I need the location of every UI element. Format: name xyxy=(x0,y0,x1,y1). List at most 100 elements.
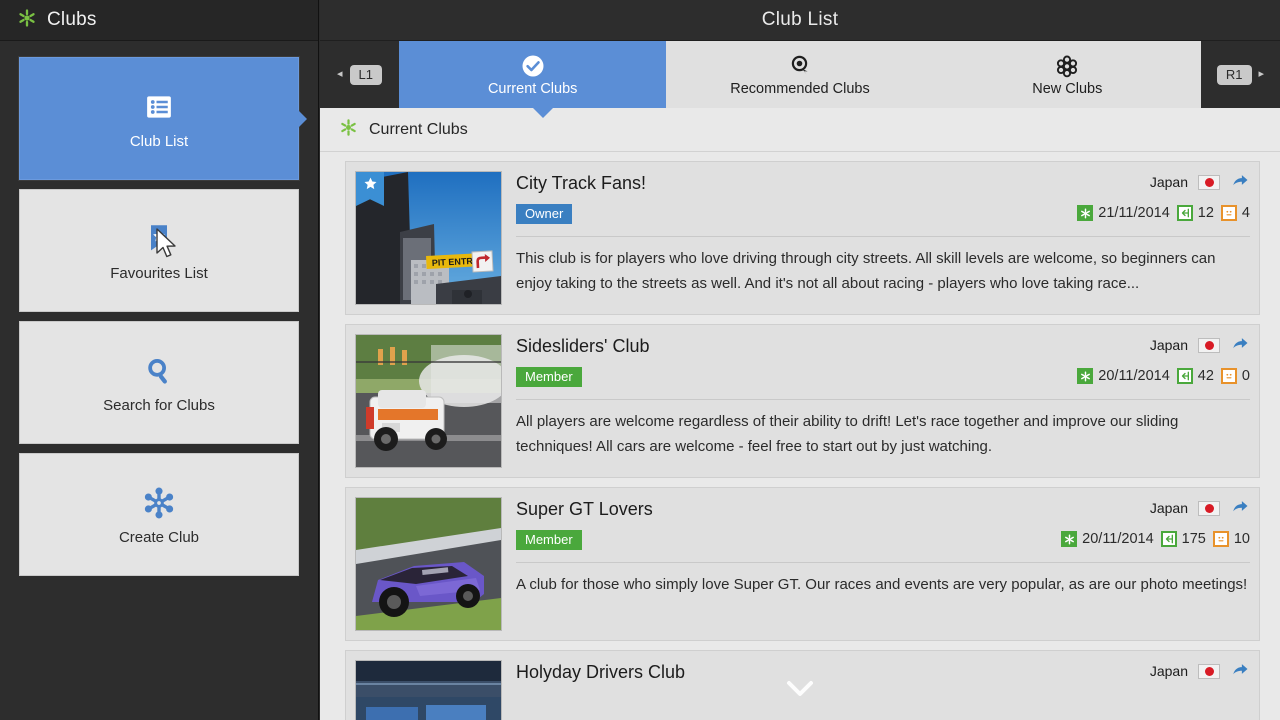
chevron-left-icon: ◂ xyxy=(337,69,343,80)
club-list[interactable]: PIT ENTRY City Trac xyxy=(320,152,1280,720)
share-icon[interactable] xyxy=(1230,171,1250,194)
list-icon xyxy=(144,87,174,127)
flower-club-icon xyxy=(1055,52,1079,78)
right-bumper-area[interactable]: R1 ▸ xyxy=(1201,41,1280,108)
club-meta: Japan xyxy=(1140,660,1250,682)
main-pane: Club List ◂ L1 Current Clubs xyxy=(320,0,1280,720)
club-meta: Japan xyxy=(1051,497,1250,547)
card-divider xyxy=(516,236,1250,237)
calendar-club-icon xyxy=(1077,368,1093,384)
club-members-count: 42 xyxy=(1198,368,1214,384)
calendar-club-icon xyxy=(1061,531,1077,547)
club-card-body: City Track Fans! Owner Japan xyxy=(516,171,1250,305)
club-posts-stat: 4 xyxy=(1221,205,1250,221)
smiley-face-icon xyxy=(1221,368,1237,384)
club-card-body: Super GT Lovers Member Japan xyxy=(516,497,1250,631)
club-card-body: Sidesliders' Club Member Japan xyxy=(516,334,1250,468)
club-card[interactable]: Super GT Lovers Member Japan xyxy=(345,487,1260,641)
club-created-date: 21/11/2014 xyxy=(1098,205,1170,221)
tab-label: Current Clubs xyxy=(488,81,577,97)
sidebar-item-search-for-clubs[interactable]: Search for Clubs xyxy=(19,321,299,444)
club-posts-count: 0 xyxy=(1242,368,1250,384)
club-posts-count: 4 xyxy=(1242,205,1250,221)
club-asterisk-icon xyxy=(17,8,37,33)
section-header: Current Clubs xyxy=(320,108,1280,152)
club-name: City Track Fans! xyxy=(516,171,646,194)
club-meta: Japan xyxy=(1067,334,1250,384)
sidebar-item-create-club[interactable]: Create Club xyxy=(19,453,299,576)
share-icon[interactable] xyxy=(1230,660,1250,683)
sidebar-item-label: Favourites List xyxy=(110,265,208,282)
club-members-count: 12 xyxy=(1198,205,1214,221)
sidebar: Clubs Club List xyxy=(0,0,319,720)
club-created-date-stat: 20/11/2014 xyxy=(1077,368,1170,384)
club-description: This club is for players who love drivin… xyxy=(516,246,1250,296)
club-card[interactable]: PIT ENTRY City Trac xyxy=(345,161,1260,315)
members-enter-icon xyxy=(1177,205,1193,221)
sidebar-item-club-list[interactable]: Club List xyxy=(19,57,299,180)
club-country: Japan xyxy=(1150,500,1188,516)
check-circle-icon xyxy=(521,52,545,78)
club-asterisk-icon xyxy=(339,118,358,142)
club-meta: Japan xyxy=(1067,171,1250,221)
club-thumbnail: PIT ENTRY xyxy=(355,171,502,305)
sidebar-title: Clubs xyxy=(47,9,97,31)
search-pin-icon xyxy=(788,52,812,78)
japan-flag-icon xyxy=(1198,501,1220,516)
club-country: Japan xyxy=(1150,174,1188,190)
japan-flag-icon xyxy=(1198,338,1220,353)
sidebar-item-label: Club List xyxy=(130,133,188,150)
club-role-badge: Member xyxy=(516,530,582,550)
search-icon xyxy=(144,351,174,391)
scroll-down-chevron-icon[interactable] xyxy=(786,679,814,704)
tab-group: Current Clubs Recommended Clubs xyxy=(399,41,1201,108)
sidebar-item-label: Search for Clubs xyxy=(103,397,215,414)
club-role-badge: Member xyxy=(516,367,582,387)
sidebar-item-favourites-list[interactable]: Favourites List xyxy=(19,189,299,312)
club-posts-stat: 10 xyxy=(1213,531,1250,547)
chevron-right-icon: ▸ xyxy=(1259,69,1265,80)
smiley-face-icon xyxy=(1213,531,1229,547)
japan-flag-icon xyxy=(1198,175,1220,190)
club-created-date: 20/11/2014 xyxy=(1082,531,1154,547)
sidebar-header: Clubs xyxy=(0,0,318,41)
club-node-icon xyxy=(142,483,176,523)
tab-label: Recommended Clubs xyxy=(730,81,869,97)
share-icon[interactable] xyxy=(1230,497,1250,520)
calendar-club-icon xyxy=(1077,205,1093,221)
club-country: Japan xyxy=(1150,663,1188,679)
club-created-date-stat: 20/11/2014 xyxy=(1061,531,1154,547)
l1-bumper-label: L1 xyxy=(350,65,382,85)
tab-recommended-clubs[interactable]: Recommended Clubs xyxy=(666,41,933,108)
club-thumbnail xyxy=(355,497,502,631)
page-title: Club List xyxy=(762,9,839,31)
tab-new-clubs[interactable]: New Clubs xyxy=(934,41,1201,108)
club-members-stat: 175 xyxy=(1161,531,1206,547)
tab-current-clubs[interactable]: Current Clubs xyxy=(399,41,666,108)
r1-bumper-label: R1 xyxy=(1217,65,1252,85)
club-card-body: Holyday Drivers Club Japan xyxy=(516,660,1250,720)
tab-bar: ◂ L1 Current Clubs xyxy=(320,41,1280,108)
club-members-stat: 12 xyxy=(1177,205,1214,221)
club-members-stat: 42 xyxy=(1177,368,1214,384)
club-description: A club for those who simply love Super G… xyxy=(516,572,1250,597)
club-name: Holyday Drivers Club xyxy=(516,660,685,683)
club-card[interactable]: Sidesliders' Club Member Japan xyxy=(345,324,1260,478)
members-enter-icon xyxy=(1177,368,1193,384)
share-icon[interactable] xyxy=(1230,334,1250,357)
club-name: Super GT Lovers xyxy=(516,497,653,520)
section-title: Current Clubs xyxy=(369,121,468,139)
japan-flag-icon xyxy=(1198,664,1220,679)
club-thumbnail xyxy=(355,334,502,468)
sidebar-item-label: Create Club xyxy=(119,529,199,546)
club-description: All players are welcome regardless of th… xyxy=(516,409,1250,459)
card-divider xyxy=(516,562,1250,563)
club-role-badge: Owner xyxy=(516,204,572,224)
bookmark-star-icon xyxy=(145,219,173,259)
card-divider xyxy=(516,399,1250,400)
club-country: Japan xyxy=(1150,337,1188,353)
left-bumper-area[interactable]: ◂ L1 xyxy=(320,41,399,108)
smiley-face-icon xyxy=(1221,205,1237,221)
club-name: Sidesliders' Club xyxy=(516,334,650,357)
members-enter-icon xyxy=(1161,531,1177,547)
